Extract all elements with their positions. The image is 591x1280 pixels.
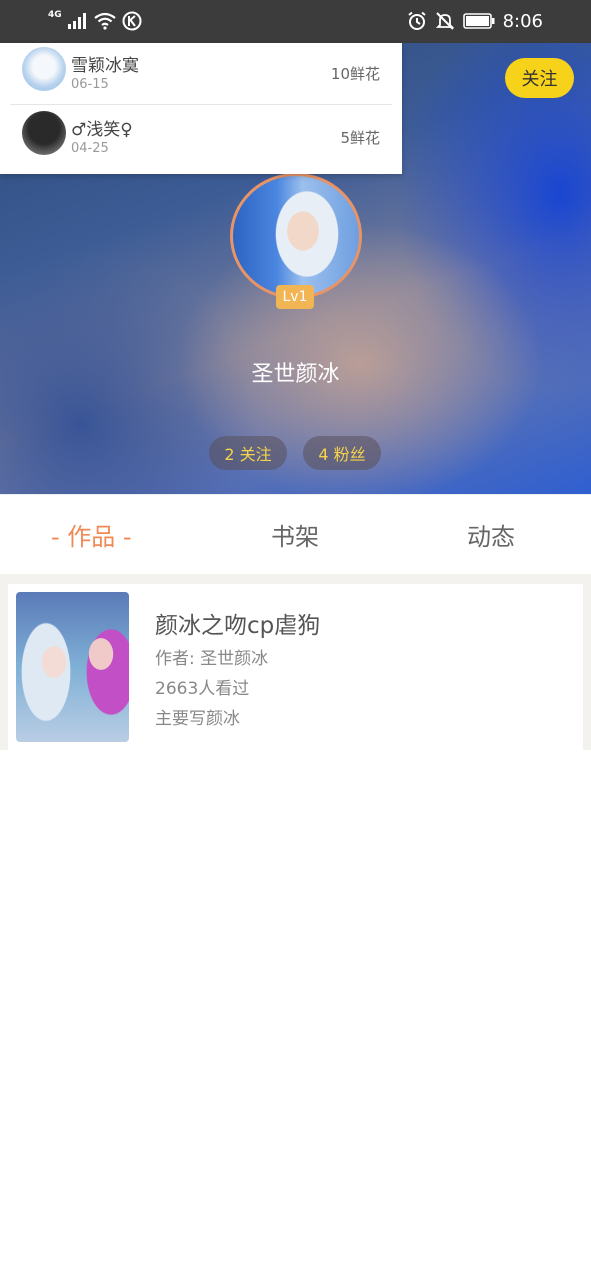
avatar[interactable]	[230, 173, 362, 299]
avatar	[22, 111, 66, 155]
book-cover[interactable]	[16, 592, 129, 742]
profile-avatar-wrap[interactable]: Lv1	[230, 173, 362, 309]
gift-amount: 10鲜花	[330, 65, 380, 83]
avatar	[22, 47, 66, 91]
book-author: 作者: 圣世颜冰	[155, 649, 269, 669]
divider	[583, 584, 591, 750]
book-description: 主要写颜冰	[155, 709, 240, 729]
mute-icon	[435, 12, 454, 30]
username: 圣世颜冰	[251, 362, 340, 387]
gift-date: 04-25	[71, 141, 109, 156]
gift-date: 06-15	[71, 77, 109, 92]
divider	[0, 574, 591, 584]
status-bar: 4G 8:06	[0, 0, 591, 43]
gifter-name: 雪颖冰寞	[71, 56, 139, 76]
divider	[0, 584, 8, 750]
following-count[interactable]: 2 关注	[209, 436, 287, 470]
flower-gift-list: 雪颖冰寞 06-15 10鲜花 ♂浅笑♀ 04-25 5鲜花	[0, 43, 402, 174]
battery-icon	[462, 13, 495, 29]
tab-bookshelf[interactable]: 书架	[271, 517, 319, 552]
gift-amount: 5鲜花	[340, 129, 380, 147]
tab-moments[interactable]: 动态	[467, 517, 515, 552]
signal-icon	[67, 13, 86, 29]
wifi-icon	[93, 12, 116, 30]
clock: 8:06	[502, 10, 543, 32]
work-card[interactable]: 颜冰之吻cp虐狗 作者: 圣世颜冰 2663人看过 主要写颜冰	[8, 584, 583, 750]
profile-tabs: - 作品 - 书架 动态	[0, 494, 591, 574]
follow-button[interactable]: 关注	[505, 58, 574, 98]
book-views: 2663人看过	[155, 679, 250, 699]
list-item[interactable]: ♂浅笑♀ 04-25 5鲜花	[10, 107, 392, 169]
status-right: 8:06	[407, 10, 543, 32]
book-title[interactable]: 颜冰之吻cp虐狗	[155, 606, 320, 640]
list-item[interactable]: 雪颖冰寞 06-15 10鲜花	[10, 43, 392, 105]
tab-works[interactable]: - 作品 -	[51, 517, 132, 552]
gifter-name: ♂浅笑♀	[71, 120, 133, 140]
network-type: 4G	[48, 10, 62, 20]
status-left: 4G	[48, 10, 142, 32]
fans-count[interactable]: 4 粉丝	[303, 436, 381, 470]
level-badge: Lv1	[276, 285, 314, 309]
k-icon	[122, 11, 142, 31]
alarm-icon	[407, 11, 426, 30]
